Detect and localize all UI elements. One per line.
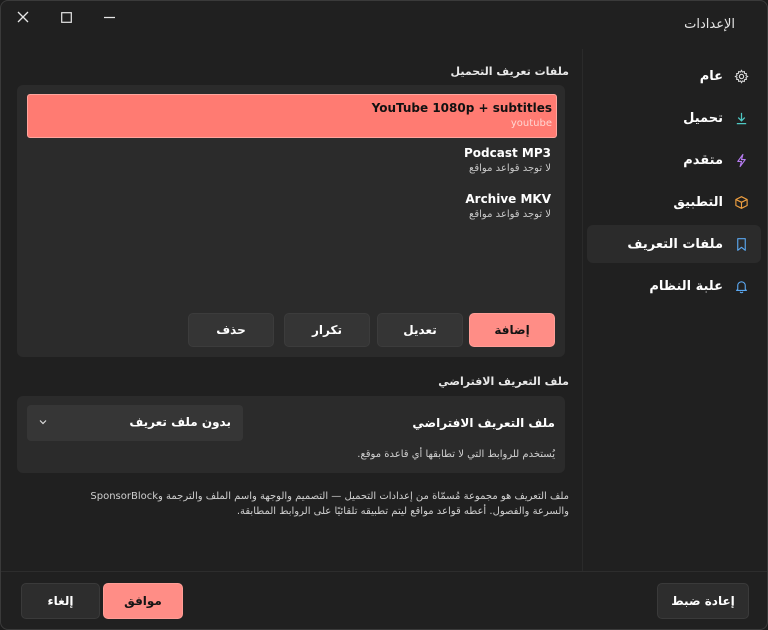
profile-list-item[interactable]: Podcast MP3 لا توجد قواعد مواقع (27, 140, 555, 182)
bell-icon (733, 278, 749, 294)
close-icon (17, 11, 29, 23)
maximize-icon (60, 11, 72, 23)
reset-button[interactable]: إعادة ضبط (657, 583, 749, 619)
default-profile-label: ملف التعريف الافتراضي (412, 416, 555, 430)
download-icon (733, 110, 749, 126)
sidebar-item-application[interactable]: التطبيق (587, 183, 761, 221)
minimize-window-button[interactable] (91, 5, 127, 29)
sidebar-item-label: ملفات التعريف (627, 236, 723, 252)
bolt-icon (733, 152, 749, 168)
profile-rules: youtube (510, 118, 552, 129)
cancel-button[interactable]: إلغاء (21, 583, 100, 619)
settings-window: الإعدادات عام تحميل متقدم التطبيق ملفات … (0, 0, 768, 630)
title-bar: الإعدادات (1, 1, 767, 45)
chevron-down-icon (39, 420, 47, 425)
sidebar-item-system-tray[interactable]: علبة النظام (587, 267, 761, 305)
add-profile-button[interactable]: إضافة (469, 313, 555, 347)
profile-name: Podcast MP3 (464, 146, 551, 160)
sidebar-item-download[interactable]: تحميل (587, 99, 761, 137)
profile-list-item[interactable]: YouTube 1080p + subtitles youtube (27, 94, 557, 138)
ok-button[interactable]: موافق (103, 583, 183, 619)
delete-profile-button[interactable]: حذف (188, 313, 274, 347)
footer-divider (1, 571, 767, 572)
box-icon (733, 194, 749, 210)
duplicate-profile-button[interactable]: تكرار (284, 313, 370, 347)
profile-name: YouTube 1080p + subtitles (371, 101, 552, 115)
default-profile-help: يُستخدم للروابط التي لا تطابقها أي قاعدة… (357, 449, 555, 460)
select-value: بدون ملف تعريف (129, 415, 231, 429)
sidebar-item-label: علبة النظام (649, 278, 723, 294)
profiles-card: YouTube 1080p + subtitles youtube Podcas… (17, 85, 565, 357)
edit-profile-button[interactable]: تعديل (377, 313, 463, 347)
profile-rules: لا توجد قواعد مواقع (469, 163, 551, 174)
sidebar-item-profiles[interactable]: ملفات التعريف (587, 225, 761, 263)
settings-sidebar: عام تحميل متقدم التطبيق ملفات التعريف عل… (581, 49, 767, 571)
sidebar-divider (582, 49, 583, 571)
default-profile-card: ملف التعريف الافتراضي بدون ملف تعريف يُس… (17, 396, 565, 473)
default-profile-section-title: ملف التعريف الافتراضي (438, 375, 569, 388)
sidebar-item-label: التطبيق (673, 194, 723, 210)
sidebar-item-label: تحميل (683, 110, 723, 126)
close-window-button[interactable] (5, 5, 41, 29)
profile-rules: لا توجد قواعد مواقع (469, 209, 551, 220)
minimize-icon (103, 16, 115, 18)
bookmark-icon (733, 236, 749, 252)
profiles-description-line-1: ملف التعريف هو مجموعة مُسمّاة من إعدادات… (90, 491, 569, 502)
gear-icon (733, 68, 749, 84)
profile-name: Archive MKV (465, 192, 551, 206)
profiles-description-line-2: والسرعة والفصول. أعطه قواعد مواقع ليتم ت… (236, 506, 569, 517)
profiles-section-title: ملفات تعريف التحميل (450, 65, 569, 78)
sidebar-item-general[interactable]: عام (587, 57, 761, 95)
sidebar-item-advanced[interactable]: متقدم (587, 141, 761, 179)
profile-list-item[interactable]: Archive MKV لا توجد قواعد مواقع (27, 186, 555, 228)
window-title: الإعدادات (684, 17, 735, 32)
sidebar-item-label: عام (699, 68, 723, 84)
default-profile-select[interactable]: بدون ملف تعريف (27, 405, 243, 441)
sidebar-item-label: متقدم (683, 152, 723, 168)
maximize-window-button[interactable] (48, 5, 84, 29)
